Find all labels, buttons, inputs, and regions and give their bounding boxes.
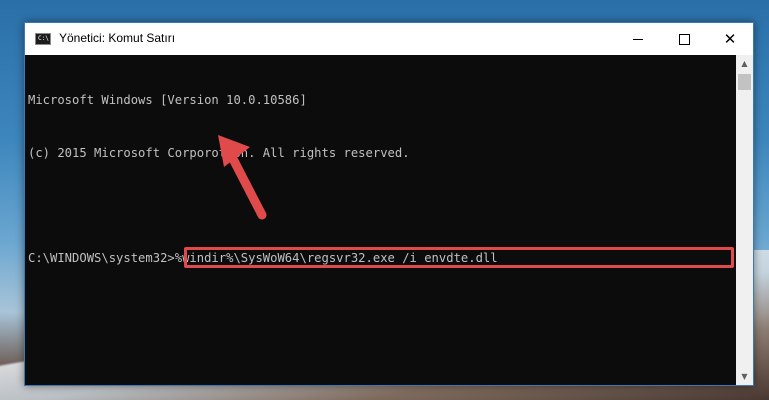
command-highlight-box bbox=[184, 246, 734, 268]
prompt-line[interactable]: C:\WINDOWS\system32>%windir%\SysWoW64\re… bbox=[28, 246, 735, 268]
scroll-down-button[interactable]: ▼ bbox=[736, 368, 753, 385]
minimize-button[interactable] bbox=[615, 23, 661, 55]
chevron-down-icon: ▼ bbox=[741, 372, 748, 381]
title-bar[interactable]: C:\ Yönetici: Komut Satırı ✕ bbox=[25, 23, 753, 55]
console-line: Microsoft Windows [Version 10.0.10586] bbox=[28, 93, 307, 107]
scroll-up-button[interactable]: ▲ bbox=[736, 55, 753, 72]
cmd-app-icon: C:\ bbox=[35, 33, 51, 45]
chevron-up-icon: ▲ bbox=[741, 59, 748, 68]
maximize-button[interactable] bbox=[661, 23, 707, 55]
console-output[interactable]: Microsoft Windows [Version 10.0.10586] (… bbox=[25, 55, 735, 385]
red-arrow-icon bbox=[218, 135, 267, 220]
scroll-thumb[interactable] bbox=[738, 74, 751, 90]
minimize-icon bbox=[633, 38, 643, 40]
close-button[interactable]: ✕ bbox=[707, 23, 753, 55]
command-prompt-window[interactable]: C:\ Yönetici: Komut Satırı ✕ Microsoft W… bbox=[24, 22, 754, 386]
prompt-path: C:\WINDOWS\system32> bbox=[28, 250, 175, 265]
close-icon: ✕ bbox=[723, 30, 737, 48]
maximize-icon bbox=[678, 33, 690, 45]
console-line: (c) 2015 Microsoft Corporotion. All righ… bbox=[28, 145, 410, 160]
vertical-scrollbar[interactable]: ▲ ▼ bbox=[736, 55, 753, 385]
window-title: Yönetici: Komut Satırı bbox=[59, 31, 176, 45]
